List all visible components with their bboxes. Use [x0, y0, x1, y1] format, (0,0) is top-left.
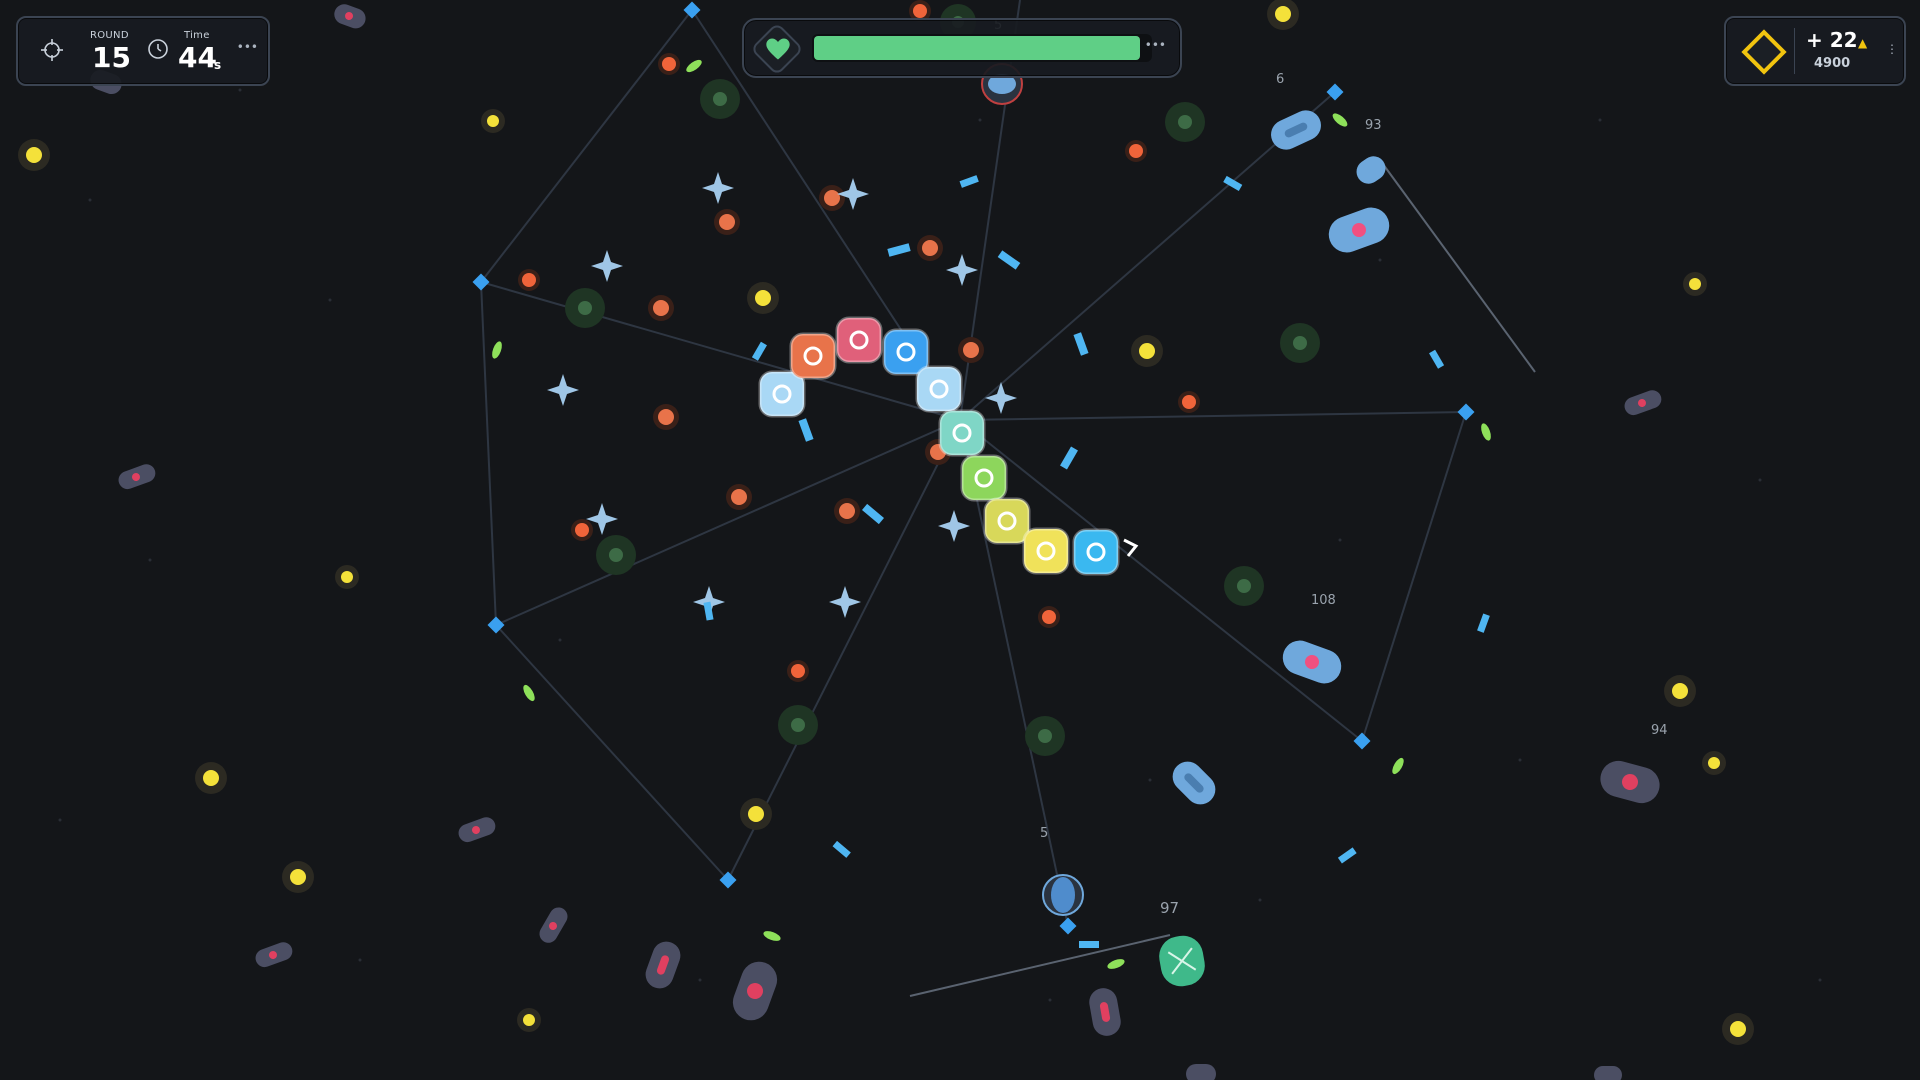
crosshair-icon	[41, 39, 63, 61]
health-bar-fill	[814, 36, 1140, 60]
game-arena[interactable]	[0, 0, 1920, 1080]
world-label: 97	[1160, 899, 1180, 917]
time-label: Time	[184, 30, 210, 41]
round-label: ROUND	[90, 30, 129, 41]
snake-segment	[758, 370, 806, 418]
health-menu-button[interactable]: •••	[1145, 38, 1166, 52]
snake-segment	[938, 409, 986, 457]
time-value: 44	[178, 41, 217, 74]
score-panel: + 22 ▲ 4900 ⋮	[1724, 16, 1906, 86]
round-value: 15	[92, 41, 131, 74]
up-arrow-icon: ▲	[1858, 36, 1868, 50]
diamond-coin-icon	[1741, 29, 1787, 75]
snake-segment	[960, 454, 1008, 502]
snake-segment	[835, 316, 883, 364]
snake-segment	[1022, 527, 1070, 575]
score-divider	[1794, 28, 1795, 74]
snake-segment	[882, 328, 930, 376]
world-label: 94	[1651, 723, 1668, 738]
world-label: 5	[1040, 826, 1049, 841]
snake-segment	[1072, 528, 1120, 576]
world-label: 108	[1311, 593, 1336, 608]
heart-icon	[766, 38, 790, 60]
round-time-panel: ROUND 15 Time 44 s •••	[16, 16, 270, 86]
snake-segment	[789, 332, 837, 380]
round-menu-button[interactable]: •••	[237, 40, 258, 54]
time-unit: s	[214, 58, 222, 72]
score-menu-button[interactable]: ⋮	[1886, 42, 1898, 56]
score-delta: + 22	[1806, 28, 1858, 52]
snake-segment	[915, 365, 963, 413]
score-total: 4900	[1814, 56, 1851, 71]
health-panel: •••	[742, 18, 1182, 78]
snake-segment	[983, 497, 1031, 545]
world-label: 93	[1365, 118, 1382, 133]
health-bar	[812, 34, 1152, 62]
stopwatch-icon	[148, 39, 168, 59]
world-label: 6	[1276, 72, 1285, 87]
